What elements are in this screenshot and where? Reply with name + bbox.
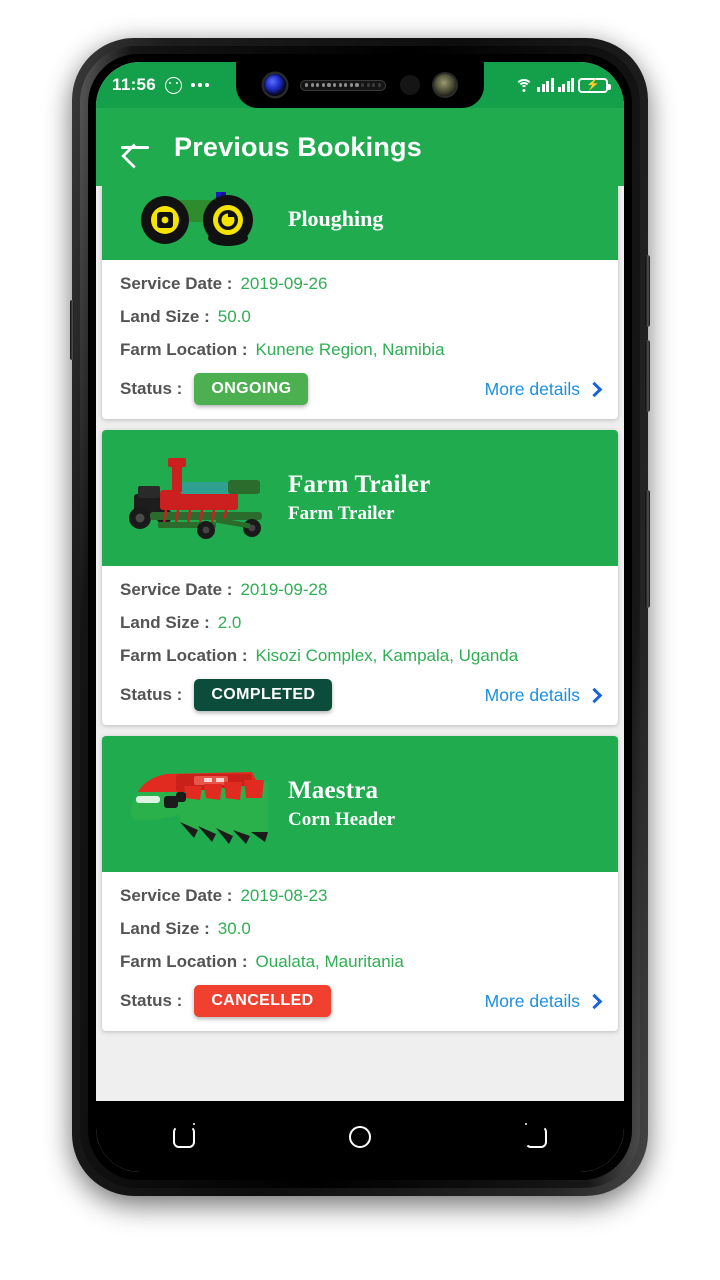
phone-screen: 11:56 ⚡ Previous Bookings Ploughing Serv… xyxy=(96,62,624,1172)
service-date-label: Service Date : xyxy=(120,886,233,905)
android-navigation-bar xyxy=(96,1101,624,1172)
more-details-link[interactable]: More details xyxy=(484,990,603,1012)
service-date-label: Service Date : xyxy=(120,274,233,293)
status-row: Status : COMPLETED More details xyxy=(120,679,603,711)
land-size-value: 30.0 xyxy=(217,919,251,938)
booking-card-body: Service Date : 2019-08-23 Land Size : 30… xyxy=(102,872,618,1031)
status-label: Status : xyxy=(120,991,183,1010)
booking-machine-name: Maestra xyxy=(288,776,379,804)
booking-card-header: Ploughing xyxy=(102,186,618,260)
booking-card-header: Farm Trailer Farm Trailer xyxy=(102,430,618,566)
status-bar-left: 11:56 xyxy=(112,75,209,95)
booking-machine-name xyxy=(288,186,383,202)
booking-machine-type: Corn Header xyxy=(288,808,396,830)
proximity-sensor-icon xyxy=(400,75,420,95)
recents-icon[interactable] xyxy=(173,1122,196,1148)
status-label: Status : xyxy=(120,379,183,398)
page-title: Previous Bookings xyxy=(174,131,422,162)
more-details-label: More details xyxy=(484,990,580,1011)
booking-card-body: Service Date : 2019-09-28 Land Size : 2.… xyxy=(102,566,618,725)
volume-down-button[interactable] xyxy=(645,340,650,412)
wifi-icon xyxy=(514,78,533,93)
more-dots-icon xyxy=(191,83,209,87)
status-badge: ONGOING xyxy=(194,373,309,405)
booking-card-titles: Maestra Corn Header xyxy=(288,777,395,832)
booking-card-titles: Farm Trailer Farm Trailer xyxy=(288,471,430,526)
front-camera-icon xyxy=(264,74,286,96)
more-details-link[interactable]: More details xyxy=(484,684,603,706)
status-bar-right: ⚡ xyxy=(514,77,611,93)
chevron-right-icon xyxy=(586,993,603,1009)
status-badge: CANCELLED xyxy=(194,985,331,1017)
ambient-light-sensor-icon xyxy=(434,74,456,96)
left-side-button[interactable] xyxy=(70,300,74,360)
more-details-label: More details xyxy=(484,378,580,399)
service-date-row: Service Date : 2019-09-26 xyxy=(120,274,600,294)
green-tractor-icon xyxy=(120,186,280,248)
app-bar: Previous Bookings xyxy=(96,108,624,186)
chevron-right-icon xyxy=(586,381,603,397)
power-button[interactable] xyxy=(645,490,650,608)
land-size-label: Land Size : xyxy=(120,919,210,938)
farm-location-value: Oualata, Mauritania xyxy=(255,952,404,971)
booking-machine-name: Farm Trailer xyxy=(288,470,431,498)
farm-location-value: Kunene Region, Namibia xyxy=(255,340,445,359)
land-size-row: Land Size : 2.0 xyxy=(120,613,600,633)
farm-location-row: Farm Location : Kisozi Complex, Kampala,… xyxy=(120,646,600,666)
status-row: Status : ONGOING More details xyxy=(120,373,603,405)
more-details-label: More details xyxy=(484,684,580,705)
more-details-link[interactable]: More details xyxy=(484,378,603,400)
land-size-row: Land Size : 30.0 xyxy=(120,919,600,939)
booking-card-body: Service Date : 2019-09-26 Land Size : 50… xyxy=(102,260,618,419)
land-size-label: Land Size : xyxy=(120,613,210,632)
status-row: Status : CANCELLED More details xyxy=(120,985,603,1017)
booking-card[interactable]: Ploughing Service Date : 2019-09-26 Land… xyxy=(102,186,618,419)
bookings-scroll-list[interactable]: Ploughing Service Date : 2019-09-26 Land… xyxy=(96,186,624,1101)
land-size-value: 50.0 xyxy=(217,307,251,326)
booking-card[interactable]: Farm Trailer Farm Trailer Service Date :… xyxy=(102,430,618,725)
status-badge: COMPLETED xyxy=(194,679,333,711)
land-size-row: Land Size : 50.0 xyxy=(120,307,600,327)
back-arrow-icon[interactable] xyxy=(118,130,152,164)
volume-up-button[interactable] xyxy=(645,255,650,327)
smiley-icon xyxy=(165,76,183,94)
earpiece-speaker-icon xyxy=(300,79,386,91)
status-bar-clock: 11:56 xyxy=(112,75,157,94)
chevron-right-icon xyxy=(586,687,603,703)
booking-card-titles: Ploughing xyxy=(288,186,383,233)
battery-charging-icon: ⚡ xyxy=(578,77,611,93)
farm-location-label: Farm Location : xyxy=(120,952,248,971)
farm-location-label: Farm Location : xyxy=(120,646,248,665)
status-label: Status : xyxy=(120,685,183,704)
land-size-label: Land Size : xyxy=(120,307,210,326)
back-icon[interactable] xyxy=(524,1122,547,1148)
display-notch xyxy=(236,62,484,108)
farm-location-value: Kisozi Complex, Kampala, Uganda xyxy=(255,646,519,665)
device-stage: 11:56 ⚡ Previous Bookings Ploughing Serv… xyxy=(0,0,720,1280)
booking-machine-type: Ploughing xyxy=(288,206,384,231)
booking-card-header: Maestra Corn Header xyxy=(102,736,618,872)
service-date-row: Service Date : 2019-08-23 xyxy=(120,886,600,906)
service-date-value: 2019-08-23 xyxy=(240,886,328,905)
signal-icon-2 xyxy=(557,78,574,92)
service-date-value: 2019-09-28 xyxy=(240,580,328,599)
corn-header-icon xyxy=(120,752,280,856)
service-date-row: Service Date : 2019-09-28 xyxy=(120,580,600,600)
farm-location-label: Farm Location : xyxy=(120,340,248,359)
booking-card[interactable]: Maestra Corn Header Service Date : 2019-… xyxy=(102,736,618,1031)
farm-trailer-icon xyxy=(120,446,280,550)
farm-location-row: Farm Location : Kunene Region, Namibia xyxy=(120,340,600,360)
signal-icon xyxy=(537,78,554,92)
booking-machine-type: Farm Trailer xyxy=(288,502,395,524)
home-icon[interactable] xyxy=(349,1125,371,1148)
service-date-label: Service Date : xyxy=(120,580,233,599)
service-date-value: 2019-09-26 xyxy=(240,274,328,293)
farm-location-row: Farm Location : Oualata, Mauritania xyxy=(120,952,600,972)
land-size-value: 2.0 xyxy=(217,613,242,632)
